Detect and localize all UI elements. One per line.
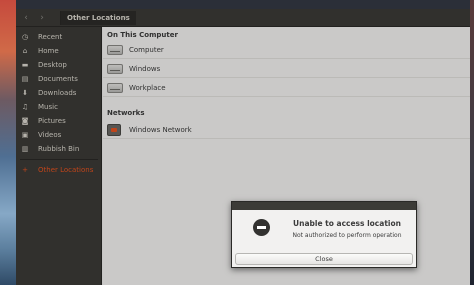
dialog-titlebar — [232, 202, 416, 210]
desktop-wallpaper-right — [470, 0, 474, 285]
close-button[interactable]: Close — [235, 253, 413, 265]
dialog-message: Not authorized to perform operation — [292, 232, 402, 239]
error-icon — [253, 219, 270, 236]
error-dialog: Unable to access location Not authorized… — [231, 201, 417, 268]
desktop-wallpaper — [0, 0, 16, 285]
dialog-title: Unable to access location — [293, 219, 401, 228]
